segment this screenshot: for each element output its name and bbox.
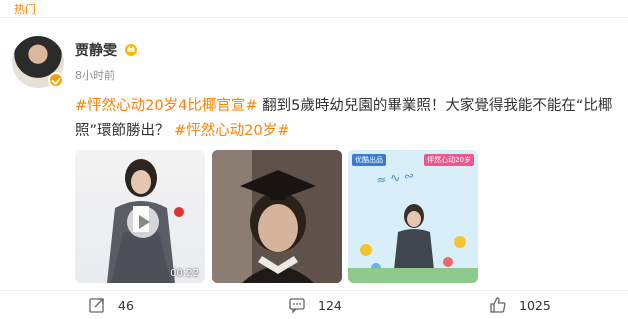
childhood-photo[interactable] (212, 150, 342, 283)
vip-crown-icon (125, 44, 137, 56)
play-icon[interactable] (127, 206, 159, 238)
comment-button[interactable]: 124 (288, 295, 342, 315)
video-thumbnail[interactable]: 00:22 (75, 150, 205, 283)
share-count: 46 (118, 297, 134, 313)
poster-woman-flowers-image: ≈ ∿ ∾ (348, 150, 478, 283)
hot-tab-label[interactable]: 热门 (14, 1, 36, 17)
poster-badge: 优酷出品 (352, 154, 386, 166)
share-button[interactable]: 46 (88, 295, 134, 315)
show-poster[interactable]: ≈ ∿ ∾ 优酷出品 怦然心动20岁 (348, 150, 478, 283)
comment-count: 124 (318, 297, 342, 313)
topic-link[interactable]: #怦然心动20岁4比椰官宣# (75, 98, 257, 114)
graduation-child-image (212, 150, 342, 283)
top-bar: 热门 (0, 0, 628, 18)
divider (0, 17, 628, 18)
like-count: 1025 (519, 297, 551, 313)
topic-link[interactable]: #怦然心动20岁# (174, 123, 289, 139)
username[interactable]: 贾静雯 (75, 40, 117, 60)
post-timestamp[interactable]: 8小时前 (75, 67, 115, 83)
video-duration: 00:22 (170, 268, 199, 279)
post-text: #怦然心动20岁4比椰官宣# 翻到5歲時幼兒園的畢業照！大家覺得我能不能在“比椰… (75, 94, 615, 144)
action-bar: 46 124 1025 (0, 290, 628, 318)
thumbs-up-icon (490, 297, 506, 313)
share-icon (89, 298, 104, 313)
poster-badge: 怦然心动20岁 (424, 154, 474, 166)
comment-icon (289, 298, 305, 314)
like-button[interactable]: 1025 (489, 295, 551, 315)
verified-badge-icon (48, 72, 64, 88)
